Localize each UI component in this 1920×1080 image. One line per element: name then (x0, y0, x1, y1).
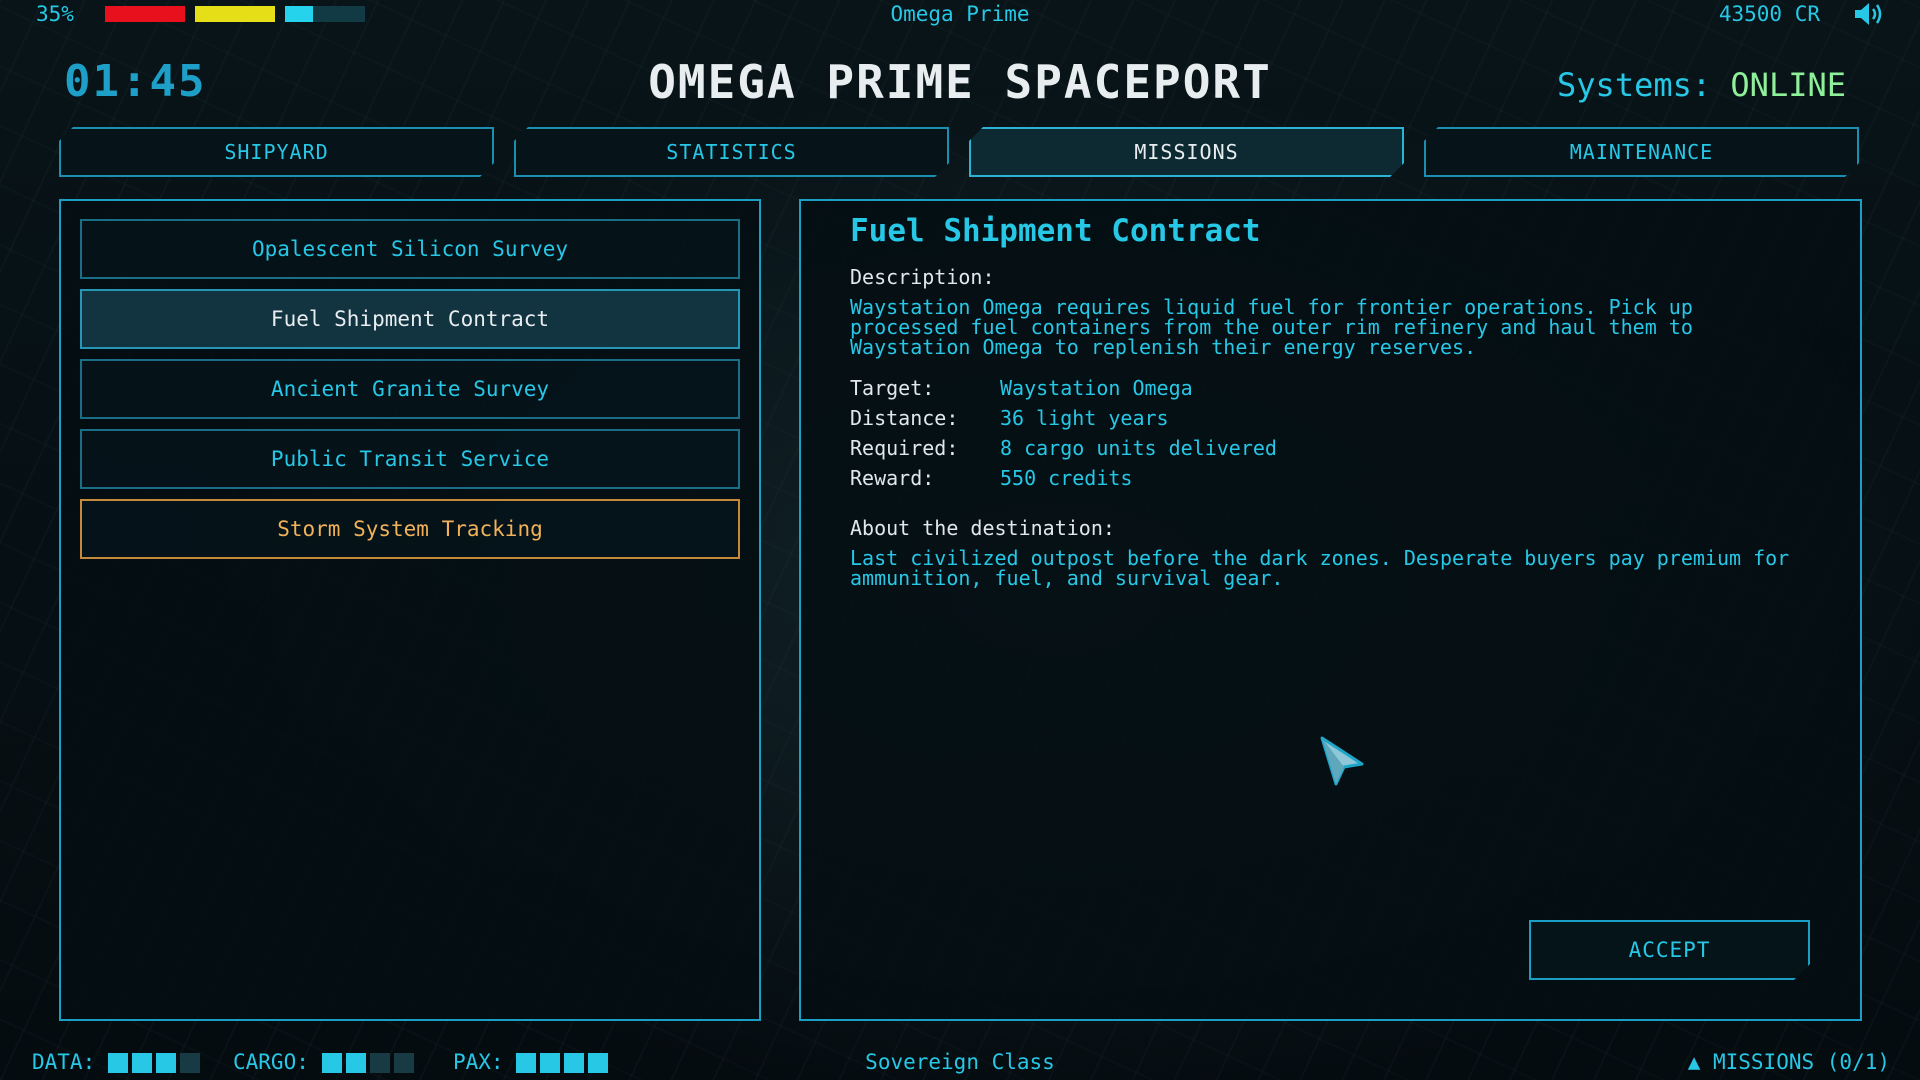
systems-status: Systems: ONLINE (1550, 66, 1846, 104)
mission-item-public-transit-service[interactable]: Public Transit Service (80, 429, 740, 489)
mission-detail-title: Fuel Shipment Contract (850, 213, 1261, 249)
required-value: 8 cargo units delivered (1000, 436, 1277, 460)
mission-description: Waystation Omega requires liquid fuel fo… (850, 295, 1693, 359)
ship-class: Sovereign Class (865, 1050, 1055, 1074)
tab-shipyard[interactable]: SHIPYARD (59, 127, 494, 177)
mission-item-ancient-granite-survey[interactable]: Ancient Granite Survey (80, 359, 740, 419)
mission-clock: 01:45 (64, 56, 207, 107)
distance-label: Distance: (850, 406, 959, 430)
credits-display: 43500 CR (1718, 2, 1820, 26)
distance-value: 36 light years (1000, 406, 1169, 430)
distance-row: Distance: 36 light years (850, 406, 1169, 430)
required-label: Required: (850, 436, 959, 460)
reward-row: Reward: 550 credits (850, 466, 1132, 490)
tab-statistics[interactable]: STATISTICS (514, 127, 949, 177)
page-title: OMEGA PRIME SPACEPORT (648, 55, 1272, 109)
about-destination-label: About the destination: (850, 516, 1115, 540)
target-row: Target: Waystation Omega (850, 376, 1193, 400)
reward-value: 550 credits (1000, 466, 1133, 490)
systems-online-value: ONLINE (1730, 66, 1846, 104)
description-label: Description: (850, 265, 995, 289)
speaker-icon[interactable] (1852, 0, 1886, 28)
target-label: Target: (850, 376, 935, 400)
target-value: Waystation Omega (1000, 376, 1193, 400)
tab-maintenance[interactable]: MAINTENANCE (1424, 127, 1859, 177)
tab-missions[interactable]: MISSIONS (969, 127, 1404, 177)
missions-counter[interactable]: ▲ MISSIONS (0/1) (1660, 1050, 1890, 1074)
destination-description: Last civilized outpost before the dark z… (850, 546, 1790, 590)
systems-label: Systems: (1557, 66, 1712, 104)
reward-label: Reward: (850, 466, 935, 490)
mission-item-fuel-shipment-contract[interactable]: Fuel Shipment Contract (80, 289, 740, 349)
mission-item-opalescent-silicon-survey[interactable]: Opalescent Silicon Survey (80, 219, 740, 279)
required-row: Required: 8 cargo units delivered (850, 436, 1277, 460)
accept-button[interactable]: ACCEPT (1529, 920, 1810, 980)
mission-item-storm-system-tracking[interactable]: Storm System Tracking (80, 499, 740, 559)
cursor-arrow-icon (1318, 736, 1368, 788)
location-name: Omega Prime (890, 2, 1030, 26)
